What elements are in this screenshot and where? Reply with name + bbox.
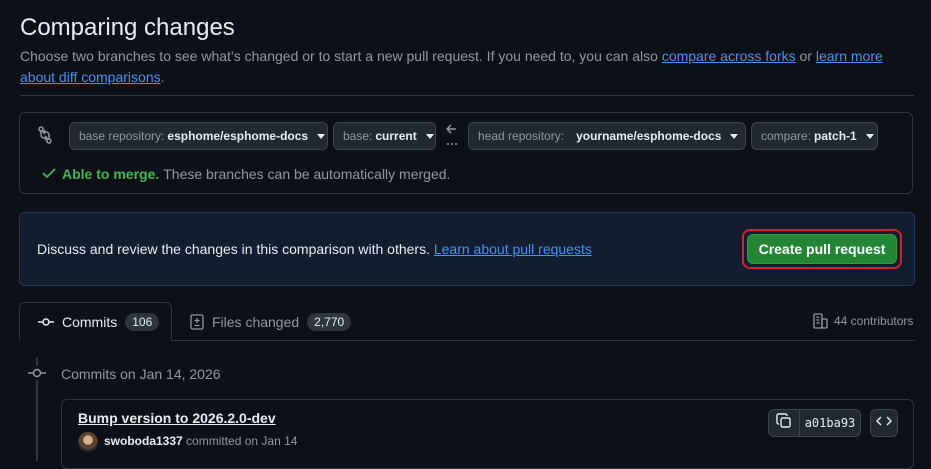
tab-commits[interactable]: Commits 106 bbox=[19, 302, 172, 341]
head-repository-label: head repository: bbox=[478, 129, 565, 143]
git-compare-icon bbox=[37, 126, 53, 149]
contributors-count[interactable]: 44 contributors bbox=[813, 313, 913, 329]
base-branch-value: current bbox=[375, 129, 417, 143]
commit-group-date: Commits on Jan 14, 2026 bbox=[61, 366, 221, 382]
browse-repository-button[interactable] bbox=[870, 409, 898, 437]
commit-date: committed on Jan 14 bbox=[186, 434, 298, 448]
page-subtitle: Choose two branches to see what’s change… bbox=[20, 46, 900, 88]
tab-files-label: Files changed bbox=[212, 313, 300, 330]
range-editor: base repository: esphome/esphome-docs bas… bbox=[19, 112, 913, 194]
tab-commits-label: Commits bbox=[62, 313, 118, 330]
merge-ok-label: Able to merge. bbox=[62, 166, 160, 182]
base-repository-value: esphome/esphome-docs bbox=[167, 129, 309, 143]
divider bbox=[20, 95, 914, 96]
head-repository-select[interactable]: head repository: yourname/esphome-docs bbox=[468, 122, 746, 150]
files-changed-count: 2,770 bbox=[307, 312, 352, 331]
commits-count: 106 bbox=[125, 312, 160, 331]
page-title: Comparing changes bbox=[20, 14, 235, 41]
compare-branch-select[interactable]: compare: patch-1 bbox=[751, 122, 878, 150]
chevron-down-icon bbox=[730, 133, 739, 139]
merge-status-text: These branches can be automatically merg… bbox=[163, 166, 451, 182]
create-pr-prompt: Discuss and review the changes in this c… bbox=[19, 212, 915, 286]
code-icon bbox=[875, 414, 893, 432]
compare-branch-label: compare: bbox=[761, 129, 812, 143]
subtitle-period: . bbox=[160, 69, 165, 85]
arrow-left-icon bbox=[445, 123, 459, 152]
commit-meta: swoboda1337 committed on Jan 14 bbox=[104, 434, 297, 448]
compare-across-forks-link[interactable]: compare across forks bbox=[662, 48, 796, 64]
merge-status: Able to merge. These branches can be aut… bbox=[42, 166, 450, 182]
create-pull-request-button[interactable]: Create pull request bbox=[747, 234, 897, 264]
git-commit-icon bbox=[38, 317, 54, 327]
check-icon bbox=[42, 166, 56, 182]
copy-sha-button[interactable] bbox=[768, 409, 800, 437]
organization-icon bbox=[813, 313, 828, 329]
create-pr-highlight: Create pull request bbox=[742, 229, 902, 269]
subtitle-or: or bbox=[799, 48, 812, 64]
commit-list-item: Bump version to 2026.2.0-dev swoboda1337… bbox=[61, 399, 914, 469]
base-branch-label: base: bbox=[343, 129, 373, 143]
contributors-label: 44 contributors bbox=[834, 314, 914, 328]
file-diff-icon bbox=[190, 313, 204, 330]
base-repository-select[interactable]: base repository: esphome/esphome-docs bbox=[69, 122, 328, 150]
head-repository-value: yourname/esphome-docs bbox=[576, 129, 722, 143]
learn-about-pull-requests-link[interactable]: Learn about pull requests bbox=[434, 241, 592, 257]
chevron-down-icon bbox=[865, 133, 874, 139]
pr-prompt-message: Discuss and review the changes in this c… bbox=[37, 241, 430, 257]
pr-prompt-text: Discuss and review the changes in this c… bbox=[37, 241, 592, 257]
tab-files-changed[interactable]: Files changed 2,770 bbox=[190, 302, 352, 341]
avatar[interactable] bbox=[78, 432, 98, 452]
commit-author[interactable]: swoboda1337 bbox=[104, 434, 183, 448]
compare-branch-value: patch-1 bbox=[814, 129, 857, 143]
base-repository-label: base repository: bbox=[79, 129, 165, 143]
commit-sha-button[interactable]: a01ba93 bbox=[799, 409, 861, 437]
subtitle-text: Choose two branches to see what’s change… bbox=[20, 48, 658, 64]
base-branch-select[interactable]: base: current bbox=[333, 122, 436, 150]
chevron-down-icon bbox=[425, 133, 434, 139]
chevron-down-icon bbox=[317, 133, 326, 139]
git-commit-icon bbox=[28, 366, 46, 380]
commit-title-link[interactable]: Bump version to 2026.2.0-dev bbox=[78, 410, 276, 426]
copy-icon bbox=[776, 412, 792, 434]
